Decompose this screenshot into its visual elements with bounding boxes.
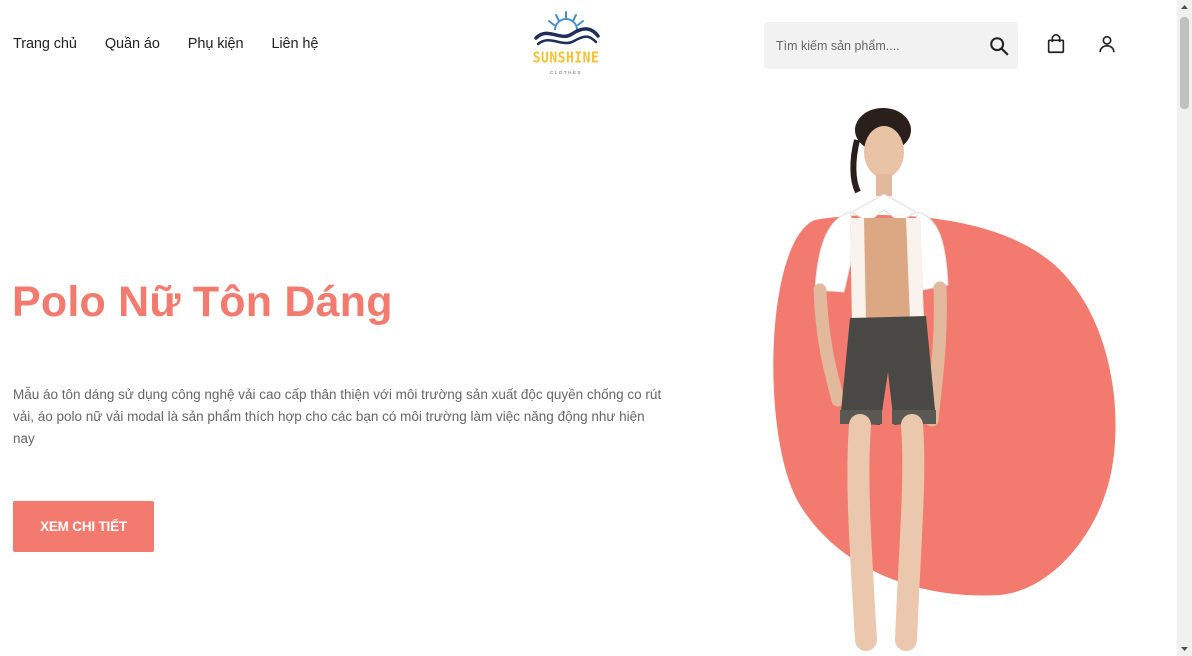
nav-item-accessories[interactable]: Phụ kiện (188, 36, 244, 52)
sun-wave-logo-icon (534, 11, 600, 46)
nav-item-clothes[interactable]: Quần áo (105, 36, 160, 52)
hero-title: Polo Nữ Tôn Dáng (12, 278, 393, 326)
nav-item-home[interactable]: Trang chủ (13, 36, 77, 52)
hero-description: Mẫu áo tôn dáng sử dụng công nghệ vải ca… (13, 387, 662, 446)
scroll-down-arrow-icon[interactable] (1177, 641, 1192, 656)
vertical-scrollbar[interactable] (1177, 0, 1192, 656)
search-box (764, 21, 1018, 70)
view-details-button[interactable]: XEM CHI TIẾT (13, 501, 154, 552)
user-icon[interactable] (1096, 33, 1118, 55)
logo-tagline: CLOTHES (550, 70, 582, 75)
main-nav: Trang chủ Quần áo Phụ kiện Liên hệ (13, 36, 318, 52)
scroll-up-arrow-icon[interactable] (1177, 0, 1192, 15)
scrollbar-thumb[interactable] (1180, 17, 1189, 109)
nav-item-contact[interactable]: Liên hệ (271, 36, 318, 52)
page: Trang chủ Quần áo Phụ kiện Liên hệ SUNSH… (0, 0, 1177, 656)
logo-brand: SUNSHINE (532, 49, 600, 68)
shopping-bag-icon[interactable] (1045, 33, 1067, 55)
logo[interactable]: SUNSHINE CLOTHES (526, 8, 606, 88)
search-input[interactable] (764, 21, 978, 70)
search-icon[interactable] (988, 35, 1010, 57)
hero-product-image (773, 108, 1116, 651)
